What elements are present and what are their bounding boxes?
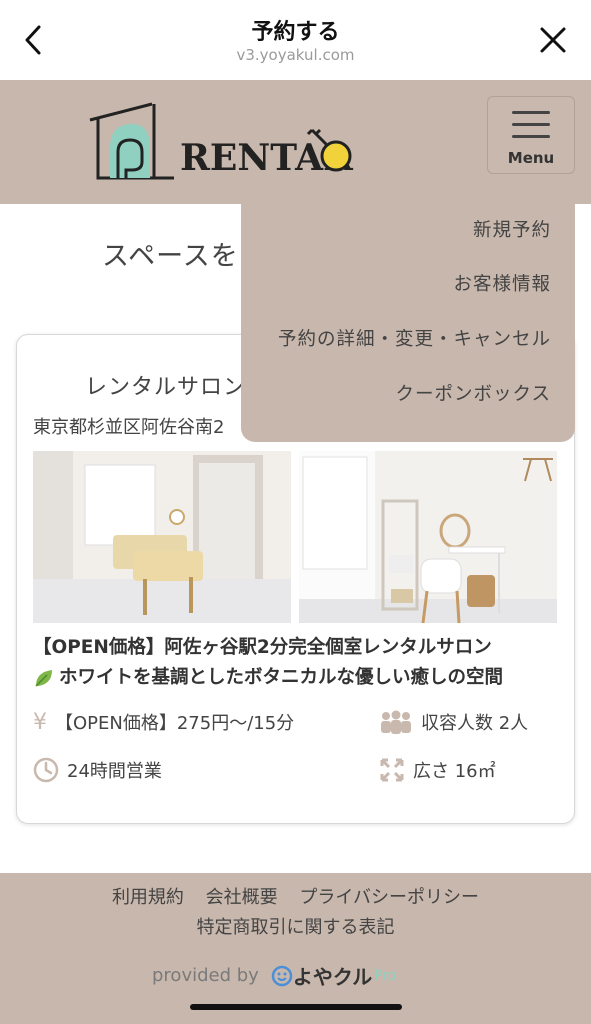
menu-item-booking-details[interactable]: 予約の詳細・変更・キャンセル [278,325,551,351]
rentaro-logo[interactable]: RENTAR [88,100,358,184]
provided-by-text: provided by [152,965,259,986]
listing-title: レンタルサロン [85,375,247,400]
menu-item-new-booking[interactable]: 新規予約 [473,216,551,242]
hours-info: 24時間営業 [33,757,162,783]
sheet-header: 予約する v3.yoyakul.com [0,0,591,80]
menu-label: Menu [507,149,555,167]
expand-icon [379,757,405,783]
leaf-icon [33,667,55,689]
area-info: 広さ 16㎡ [379,757,496,783]
brand-text: よやクル [292,965,373,989]
menu-item-coupon-box[interactable]: クーポンボックス [396,380,551,406]
home-indicator [190,1004,402,1010]
close-icon[interactable] [537,24,569,56]
listing-description: 【OPEN価格】阿佐ヶ谷駅2分完全個室レンタルサロン ホワイトを基調としたボタニ… [33,633,563,693]
hours-text: 24時間営業 [67,761,162,782]
site-header: RENTAR Menu [0,80,591,204]
smile-icon [271,965,293,986]
commerce-law-link[interactable]: 特定商取引に関する表記 [197,917,395,938]
people-icon [379,710,413,734]
capacity-text: 収容人数 2人 [421,713,529,734]
company-link[interactable]: 会社概要 [206,887,278,908]
footer-links: 利用規約 会社概要 プライバシーポリシー [0,883,591,909]
price-info: ¥ 【OPEN価格】275円〜/15分 [33,709,294,735]
menu-button[interactable]: Menu [487,96,575,174]
listing-photo-2[interactable] [299,451,557,623]
footer-links-2: 特定商取引に関する表記 [0,913,591,939]
listing-address: 東京都杉並区阿佐谷南2 [33,417,225,438]
area-text: 広さ 16㎡ [413,761,496,782]
privacy-link[interactable]: プライバシーポリシー [299,887,479,908]
page-url: v3.yoyakul.com [236,46,355,64]
dropdown-menu: 新規予約 お客様情報 予約の詳細・変更・キャンセル クーポンボックス [241,204,575,442]
page-heading: スペースを [102,241,239,272]
menu-item-customer-info[interactable]: お客様情報 [453,270,551,296]
brand-suffix: Pro [374,967,397,984]
yoyakul-logo[interactable]: よやクル Pro [271,961,397,990]
description-line-1: 【OPEN価格】阿佐ヶ谷駅2分完全個室レンタルサロン [33,637,492,658]
page-title: 予約する [251,20,340,45]
listing-photo-1[interactable] [33,451,291,623]
description-line-2: ホワイトを基調としたボタニカルな優しい癒しの空間 [59,667,504,688]
site-footer: 利用規約 会社概要 プライバシーポリシー 特定商取引に関する表記 provide… [0,873,591,1024]
provided-by: provided by よやクル Pro [152,961,396,990]
price-text: 【OPEN価格】275円〜/15分 [55,713,295,734]
terms-link[interactable]: 利用規約 [112,887,184,908]
clock-icon [33,757,59,783]
capacity-info: 収容人数 2人 [379,709,528,735]
yen-icon: ¥ [33,709,47,735]
